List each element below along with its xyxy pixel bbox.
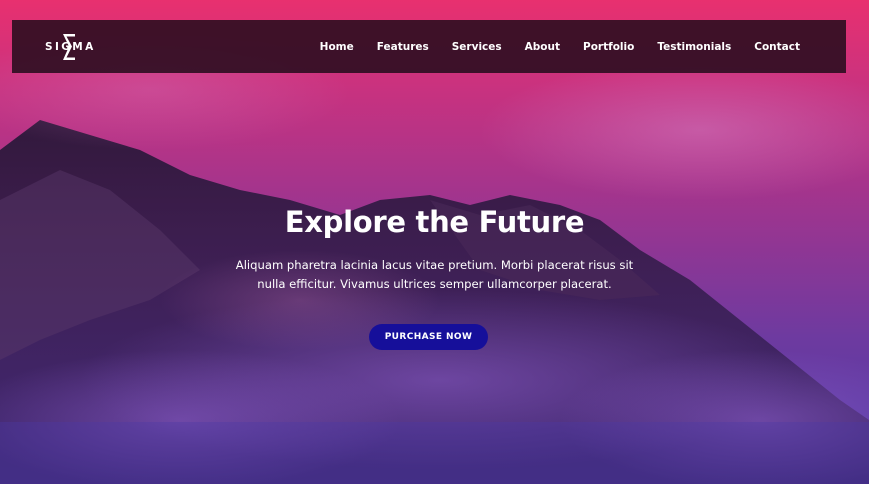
purchase-now-button[interactable]: PURCHASE NOW	[369, 324, 488, 350]
nav-link-portfolio[interactable]: Portfolio	[572, 41, 646, 53]
nav-link-testimonials[interactable]: Testimonials	[646, 41, 743, 53]
nav-link-features[interactable]: Features	[365, 41, 440, 53]
hero-title: Explore the Future	[284, 205, 585, 239]
nav-link-home[interactable]: Home	[308, 41, 365, 53]
top-navbar: SIGMA Home Features Services About Portf…	[12, 20, 846, 73]
hero-content: Explore the Future Aliquam pharetra laci…	[0, 200, 869, 294]
hero-section: SIGMA Home Features Services About Portf…	[0, 0, 869, 484]
hero-description: Aliquam pharetra lacinia lacus vitae pre…	[235, 258, 634, 291]
nav-menu: Home Features Services About Portfolio T…	[308, 20, 800, 73]
brand-logo[interactable]: SIGMA	[45, 32, 93, 62]
nav-link-services[interactable]: Services	[440, 41, 513, 53]
brand-name: SIGMA	[45, 41, 96, 53]
nav-link-contact[interactable]: Contact	[743, 41, 800, 53]
nav-link-about[interactable]: About	[513, 41, 571, 53]
